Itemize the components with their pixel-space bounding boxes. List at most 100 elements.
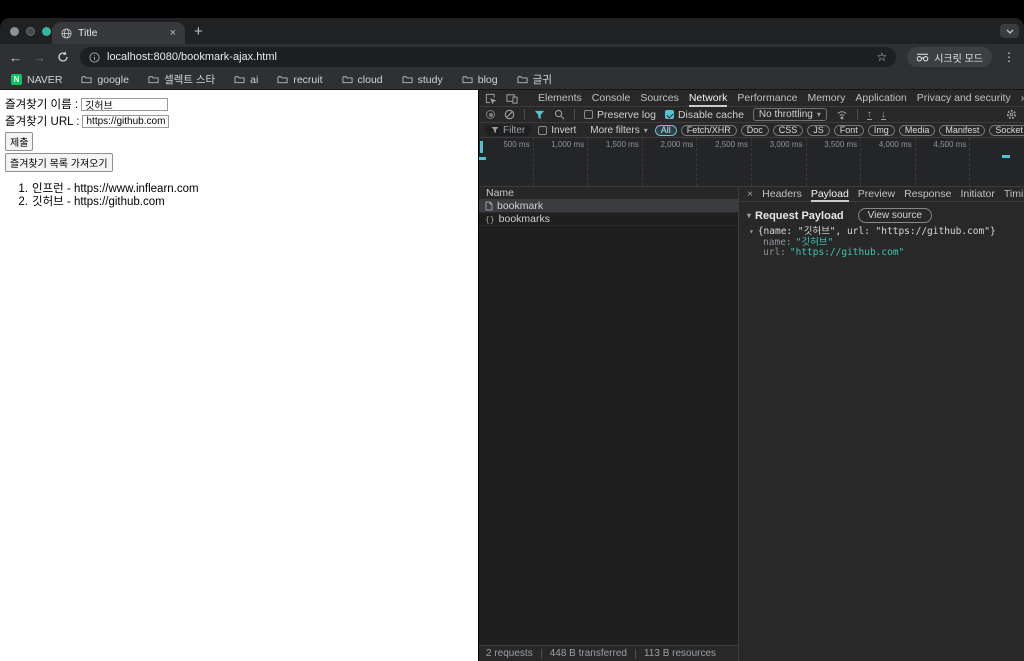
request-type-filters: All Fetch/XHR Doc CSS JS Font Img Media … bbox=[654, 124, 1024, 136]
payload-key: url: bbox=[763, 247, 786, 258]
preserve-log-checkbox[interactable]: Preserve log bbox=[584, 109, 656, 121]
filter-input[interactable]: Filter bbox=[485, 124, 532, 136]
close-detail-icon[interactable]: × bbox=[747, 188, 753, 200]
devtools-tab-sources[interactable]: Sources bbox=[640, 90, 679, 107]
tick-label: 2,000 ms bbox=[660, 140, 694, 149]
document-icon bbox=[485, 201, 493, 211]
request-payload-section[interactable]: ▾ Request Payload bbox=[747, 210, 844, 222]
payload-value: "https://github.com" bbox=[789, 247, 905, 258]
forward-button[interactable]: → bbox=[33, 51, 46, 64]
bookmark-star-icon[interactable]: ☆ bbox=[876, 50, 887, 64]
devtools-tab-network[interactable]: Network bbox=[689, 90, 728, 107]
bookmark-label: blog bbox=[477, 73, 498, 86]
request-detail-pane: × Headers Payload Preview Response Initi… bbox=[738, 187, 1024, 661]
detail-tab-initiator[interactable]: Initiator bbox=[960, 187, 994, 202]
folder-icon bbox=[277, 76, 288, 84]
bookmark-folder-select-star[interactable]: 셀렉트 스타 bbox=[148, 72, 215, 87]
payload-summary-line[interactable]: ▾ {name: "깃허브", url: "https://github.com… bbox=[749, 226, 1024, 238]
bookmark-folder-ai[interactable]: ai bbox=[234, 74, 258, 86]
filter-pill-fetchxhr[interactable]: Fetch/XHR bbox=[680, 124, 737, 136]
device-toolbar-icon[interactable] bbox=[506, 93, 518, 104]
bookmark-folder-blog[interactable]: blog bbox=[462, 74, 498, 86]
invert-checkbox[interactable]: Invert bbox=[538, 125, 576, 136]
request-activity-bar bbox=[479, 157, 486, 160]
network-toolbar: Preserve log Disable cache No throttling… bbox=[479, 107, 1024, 123]
bookmark-folder-study[interactable]: study bbox=[402, 74, 443, 86]
detail-tab-headers[interactable]: Headers bbox=[762, 187, 802, 202]
filter-pill-manifest[interactable]: Manifest bbox=[939, 124, 986, 136]
window-zoom-button[interactable] bbox=[42, 27, 51, 36]
tab-close-icon[interactable]: × bbox=[170, 27, 176, 39]
clear-network-log-icon[interactable] bbox=[504, 109, 515, 120]
devtools-tab-application[interactable]: Application bbox=[855, 90, 906, 107]
filter-pill-font[interactable]: Font bbox=[833, 124, 864, 136]
bookmark-url-input[interactable] bbox=[82, 114, 170, 128]
filter-funnel-icon[interactable] bbox=[534, 110, 545, 120]
incognito-badge: 시크릿 모드 bbox=[907, 47, 992, 67]
devtools-tab-bar: Elements Console Sources Network Perform… bbox=[479, 90, 1024, 107]
devtools-tab-elements[interactable]: Elements bbox=[538, 90, 582, 107]
filter-pill-media[interactable]: Media bbox=[898, 124, 936, 136]
submit-button[interactable]: 제출 bbox=[5, 132, 34, 151]
tab-search-button[interactable] bbox=[1000, 24, 1019, 38]
export-har-icon[interactable]: ↓ bbox=[880, 109, 886, 120]
url-text[interactable]: localhost:8080/bookmark-ajax.html bbox=[107, 51, 869, 63]
checkbox-unchecked-icon bbox=[538, 125, 548, 135]
list-item: 1. 인프런 - https://www.inflearn.com bbox=[5, 183, 478, 196]
browser-toolbar: ← → localhost:8080/bookmark-ajax.html ☆ … bbox=[0, 44, 1024, 70]
network-conditions-icon[interactable] bbox=[836, 110, 848, 120]
request-row-bookmark[interactable]: bookmark bbox=[479, 200, 738, 213]
chevron-down-icon bbox=[1006, 29, 1013, 34]
bookmark-folder-cloud[interactable]: cloud bbox=[341, 73, 383, 86]
bookmark-folder-recruit[interactable]: recruit bbox=[277, 74, 323, 86]
window-controls bbox=[10, 27, 51, 36]
detail-tab-response[interactable]: Response bbox=[904, 187, 951, 202]
record-network-log-icon[interactable] bbox=[486, 110, 495, 119]
view-source-button[interactable]: View source bbox=[857, 208, 932, 223]
search-icon[interactable] bbox=[554, 109, 565, 120]
request-row-bookmarks[interactable]: {} bookmarks bbox=[479, 213, 738, 226]
tab-strip: Title × + bbox=[0, 18, 1024, 44]
new-tab-button[interactable]: + bbox=[194, 23, 203, 40]
filter-pill-js[interactable]: JS bbox=[807, 124, 830, 136]
browser-menu-icon[interactable]: ⋮ bbox=[1003, 50, 1015, 64]
back-button[interactable]: ← bbox=[9, 51, 22, 64]
more-filters-dropdown[interactable]: More filters ▾ bbox=[590, 125, 647, 136]
import-har-icon[interactable]: ↑ bbox=[866, 109, 872, 120]
network-overview-timeline[interactable]: 500 ms 1,000 ms 1,500 ms 2,000 ms 2,500 … bbox=[479, 138, 1024, 187]
refresh-icon[interactable] bbox=[57, 51, 69, 63]
naver-icon: N bbox=[11, 74, 22, 85]
devtools-tab-memory[interactable]: Memory bbox=[807, 90, 845, 107]
bookmark-folder-quotes[interactable]: 글귀 bbox=[517, 72, 552, 87]
filter-pill-css[interactable]: CSS bbox=[772, 124, 804, 136]
detail-tab-timing[interactable]: Timing bbox=[1004, 187, 1024, 202]
request-list-pane: Name bookmark {} bookmarks 2 requests 44… bbox=[479, 187, 738, 661]
folder-icon bbox=[517, 76, 528, 84]
devtools-tab-performance[interactable]: Performance bbox=[737, 90, 797, 107]
filter-pill-doc[interactable]: Doc bbox=[740, 124, 769, 136]
devtools-tab-privacy[interactable]: Privacy and security bbox=[917, 90, 1011, 107]
site-info-icon[interactable] bbox=[89, 51, 100, 63]
bookmark-label: cloud bbox=[357, 73, 383, 86]
network-settings-gear-icon[interactable] bbox=[1006, 109, 1017, 120]
browser-tab[interactable]: Title × bbox=[52, 22, 185, 44]
address-bar[interactable]: localhost:8080/bookmark-ajax.html ☆ bbox=[80, 47, 897, 67]
list-text: 깃허브 - https://github.com bbox=[32, 195, 165, 208]
fetch-bookmarks-button[interactable]: 즐겨찾기 목록 가져오기 bbox=[5, 153, 113, 172]
filter-pill-all[interactable]: All bbox=[654, 124, 677, 136]
detail-tab-payload[interactable]: Payload bbox=[811, 187, 849, 202]
filter-pill-img[interactable]: Img bbox=[867, 124, 895, 136]
throttling-select[interactable]: No throttling ▾ bbox=[752, 108, 827, 121]
devtools-tab-console[interactable]: Console bbox=[592, 90, 631, 107]
filter-pill-socket[interactable]: Socket bbox=[989, 124, 1024, 136]
name-column-header[interactable]: Name bbox=[479, 187, 738, 200]
divider bbox=[574, 109, 575, 120]
bookmark-name-input[interactable] bbox=[81, 97, 169, 111]
bookmark-item-naver[interactable]: N NAVER bbox=[11, 74, 62, 86]
inspect-element-icon[interactable] bbox=[485, 93, 496, 104]
window-minimize-button[interactable] bbox=[26, 27, 35, 36]
window-close-button[interactable] bbox=[10, 27, 19, 36]
detail-tab-preview[interactable]: Preview bbox=[858, 187, 895, 202]
bookmark-folder-google[interactable]: google bbox=[81, 74, 129, 86]
disable-cache-checkbox[interactable]: Disable cache bbox=[664, 109, 744, 121]
